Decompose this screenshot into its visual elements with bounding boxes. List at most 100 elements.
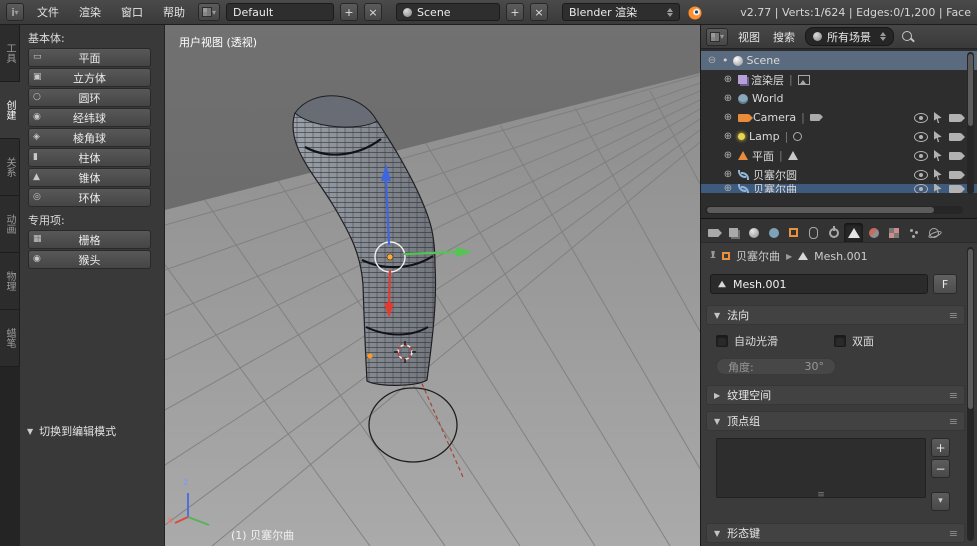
add-scene-button[interactable]: + bbox=[506, 3, 524, 21]
visibility-toggle-eye-icon[interactable] bbox=[914, 184, 928, 193]
add-icosphere-button[interactable]: ◈棱角球 bbox=[28, 128, 151, 147]
screen-layout-icon-button[interactable]: ▾ bbox=[198, 3, 220, 21]
editor-type-button[interactable]: i▾ bbox=[6, 3, 24, 21]
renderability-toggle-camera-icon[interactable] bbox=[949, 171, 961, 179]
vertex-groups-list[interactable]: ≡ bbox=[716, 438, 926, 498]
scene-select[interactable]: Scene bbox=[396, 3, 500, 21]
delete-layout-button[interactable]: × bbox=[364, 3, 382, 21]
collapse-icon[interactable]: ⊖ bbox=[706, 56, 718, 66]
add-vertex-group-button[interactable]: + bbox=[931, 438, 950, 457]
expand-icon[interactable]: ⊕ bbox=[722, 170, 734, 180]
screen-layout-select[interactable]: Default bbox=[226, 3, 334, 21]
tab-object[interactable] bbox=[784, 223, 803, 242]
outliner-item-world[interactable]: ⊕ World bbox=[701, 89, 977, 108]
selectability-toggle-cursor-icon[interactable] bbox=[934, 150, 943, 161]
outliner-item-lamp[interactable]: ⊕ Lamp | bbox=[701, 127, 977, 146]
outliner-menu-view[interactable]: 视图 bbox=[735, 27, 763, 47]
tab-modifiers[interactable] bbox=[824, 223, 843, 242]
tab-physics[interactable] bbox=[924, 223, 943, 242]
panel-menu-icon[interactable]: ≡ bbox=[949, 527, 957, 540]
properties-vertical-scrollbar[interactable] bbox=[967, 247, 974, 541]
tab-particles[interactable] bbox=[904, 223, 923, 242]
add-grid-button[interactable]: ▦栅格 bbox=[28, 230, 151, 249]
texture-space-panel-header[interactable]: ▶ 纹理空间 ≡ bbox=[706, 385, 965, 405]
tab-render-layers[interactable] bbox=[724, 223, 743, 242]
visibility-toggle-eye-icon[interactable] bbox=[914, 151, 928, 161]
selectability-toggle-cursor-icon[interactable] bbox=[934, 131, 943, 142]
vertex-groups-panel-header[interactable]: ▼ 顶点组 ≡ bbox=[706, 411, 965, 431]
render-engine-select[interactable]: Blender 渲染 bbox=[562, 3, 680, 21]
tab-texture[interactable] bbox=[884, 223, 903, 242]
outliner-item-scene[interactable]: ⊖ • Scene bbox=[701, 51, 977, 70]
outliner-vertical-scrollbar[interactable] bbox=[967, 52, 974, 194]
tab-relations[interactable]: 关系 bbox=[0, 139, 20, 196]
selectability-toggle-cursor-icon[interactable] bbox=[934, 112, 943, 123]
renderability-toggle-camera-icon[interactable] bbox=[949, 114, 961, 122]
normals-panel-header[interactable]: ▼ 法向 ≡ bbox=[706, 305, 965, 325]
outliner-horizontal-scrollbar[interactable] bbox=[705, 206, 963, 214]
viewport-canvas[interactable] bbox=[165, 25, 700, 546]
tab-constraints[interactable] bbox=[804, 223, 823, 242]
expand-icon[interactable]: ⊕ bbox=[722, 75, 734, 85]
tab-material[interactable] bbox=[864, 223, 883, 242]
add-circle-button[interactable]: ○圆环 bbox=[28, 88, 151, 107]
outliner-item-render-layers[interactable]: ⊕ 渲染层 | bbox=[701, 70, 977, 89]
tab-physics[interactable]: 物理 bbox=[0, 253, 20, 310]
vertex-group-specials-button[interactable]: ▾ bbox=[931, 492, 950, 511]
add-cylinder-button[interactable]: ▮柱体 bbox=[28, 148, 151, 167]
remove-vertex-group-button[interactable]: − bbox=[931, 459, 950, 478]
delete-scene-button[interactable]: × bbox=[530, 3, 548, 21]
auto-smooth-checkbox[interactable] bbox=[716, 335, 728, 347]
double-sided-checkbox[interactable] bbox=[834, 335, 846, 347]
add-cube-button[interactable]: ▣立方体 bbox=[28, 68, 151, 87]
menu-file[interactable]: 文件 bbox=[30, 2, 66, 22]
tab-scene[interactable] bbox=[744, 223, 763, 242]
add-torus-button[interactable]: ◎环体 bbox=[28, 188, 151, 207]
expand-icon[interactable]: ⊕ bbox=[722, 132, 734, 142]
outliner-item-plane[interactable]: ⊕ 平面 | bbox=[701, 146, 977, 165]
selectability-toggle-cursor-icon[interactable] bbox=[934, 184, 943, 193]
viewport-3d[interactable]: 用户视图 (透视) (1) 贝塞尔曲 z x bbox=[165, 25, 700, 546]
visibility-toggle-eye-icon[interactable] bbox=[914, 170, 928, 180]
manipulator-x-axis[interactable] bbox=[389, 270, 390, 305]
expand-icon[interactable]: ⊕ bbox=[722, 151, 734, 161]
mesh-name-field[interactable]: Mesh.001 bbox=[710, 274, 928, 294]
renderability-toggle-camera-icon[interactable] bbox=[949, 133, 961, 141]
visibility-toggle-eye-icon[interactable] bbox=[914, 113, 928, 123]
expand-icon[interactable]: ⊕ bbox=[722, 94, 734, 104]
visibility-toggle-eye-icon[interactable] bbox=[914, 132, 928, 142]
panel-menu-icon[interactable]: ≡ bbox=[949, 415, 957, 428]
outliner-menu-search[interactable]: 搜索 bbox=[770, 27, 798, 47]
expand-icon[interactable]: ⊕ bbox=[722, 113, 734, 123]
add-cone-button[interactable]: ▲锥体 bbox=[28, 168, 151, 187]
edit-mode-panel-header[interactable]: ▼ 切换到编辑模式 bbox=[27, 423, 116, 439]
menu-help[interactable]: 帮助 bbox=[156, 2, 192, 22]
tab-create[interactable]: 创建 bbox=[0, 82, 20, 139]
tab-grease-pencil[interactable]: 蜡笔 bbox=[0, 310, 20, 367]
selectability-toggle-cursor-icon[interactable] bbox=[934, 169, 943, 180]
outliner-item-bezier-circle[interactable]: ⊕ 贝塞尔圆 bbox=[701, 165, 977, 184]
outliner-display-filter[interactable]: 所有场景 bbox=[805, 27, 894, 46]
tab-animation[interactable]: 动画 bbox=[0, 196, 20, 253]
breadcrumb-object[interactable]: 贝塞尔曲 bbox=[736, 248, 780, 264]
fake-user-button[interactable]: F bbox=[933, 274, 957, 294]
renderability-toggle-camera-icon[interactable] bbox=[949, 185, 961, 193]
menu-window[interactable]: 窗口 bbox=[114, 2, 150, 22]
breadcrumb-data[interactable]: Mesh.001 bbox=[814, 250, 867, 263]
angle-slider[interactable]: 角度: 30° bbox=[716, 358, 836, 375]
outliner-editor-type-button[interactable]: ▾ bbox=[706, 28, 728, 46]
add-plane-button[interactable]: ▭平面 bbox=[28, 48, 151, 67]
tab-render[interactable] bbox=[704, 223, 723, 242]
tab-world[interactable] bbox=[764, 223, 783, 242]
search-icon[interactable] bbox=[901, 30, 915, 44]
renderability-toggle-camera-icon[interactable] bbox=[949, 152, 961, 160]
expand-icon[interactable]: ⊕ bbox=[722, 184, 734, 193]
panel-menu-icon[interactable]: ≡ bbox=[949, 389, 957, 402]
pin-icon[interactable] bbox=[710, 251, 716, 261]
tab-tools[interactable]: 工具 bbox=[0, 25, 20, 82]
add-layout-button[interactable]: + bbox=[340, 3, 358, 21]
outliner-item-camera[interactable]: ⊕ Camera | bbox=[701, 108, 977, 127]
list-resize-grip-icon[interactable]: ≡ bbox=[817, 490, 825, 500]
add-uvsphere-button[interactable]: ◉经纬球 bbox=[28, 108, 151, 127]
shape-keys-panel-header[interactable]: ▼ 形态键 ≡ bbox=[706, 523, 965, 543]
